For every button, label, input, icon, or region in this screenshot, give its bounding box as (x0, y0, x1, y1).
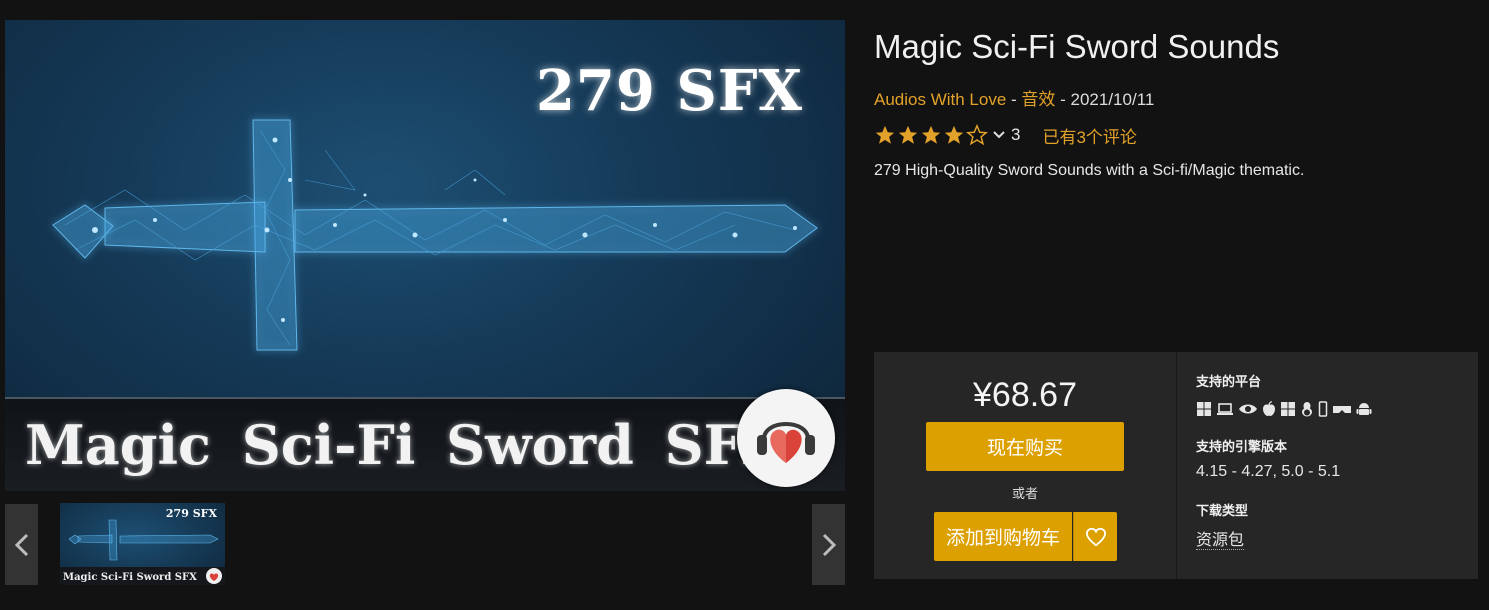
mac-laptop-icon (1217, 403, 1233, 415)
thumbnail-title-band: Magic Sci-Fi Sword SFX (60, 567, 225, 585)
platforms-label: 支持的平台 (1196, 374, 1262, 389)
product-main-image[interactable]: 279 SFX Magic Sci-Fi Sword SFX (5, 20, 845, 491)
thumbnail-prev-button[interactable] (5, 504, 38, 585)
linux-icon (1302, 402, 1312, 417)
heart-outline-icon (1085, 527, 1106, 546)
platform-icons (1196, 401, 1372, 417)
star-filled-icon (944, 125, 964, 144)
meta-separator: - (1006, 90, 1022, 109)
buy-now-button[interactable]: 现在购买 (926, 422, 1124, 471)
vr-eye-icon (1239, 404, 1257, 414)
price: ¥68.67 (973, 376, 1077, 414)
hero-title-band: Magic Sci-Fi Sword SFX (5, 397, 845, 491)
star-empty-icon (966, 124, 988, 146)
windows-icon (1281, 402, 1295, 416)
or-separator: 或者 (1011, 486, 1038, 501)
engine-version-label: 支持的引擎版本 (1196, 439, 1288, 454)
reviews-link[interactable]: 已有3个评论 (1042, 123, 1136, 148)
hero-banner-text: Magic Sci-Fi Sword SFX (25, 413, 784, 477)
release-date: 2021/10/11 (1070, 90, 1155, 109)
star-filled-icon (898, 125, 918, 144)
rating-count: 3 (1011, 125, 1021, 144)
hero-sfx-count: 279 SFX (535, 58, 803, 124)
wishlist-button[interactable] (1073, 512, 1117, 561)
apple-icon (1263, 401, 1275, 416)
thumbnail-banner-text: Magic Sci-Fi Sword SFX (63, 572, 197, 583)
product-specs: 支持的平台 支持的引擎版本 4.15 - 4.27, 5.0 - 5.1 下载类… (1176, 352, 1479, 579)
mobile-icon (1318, 401, 1328, 417)
engine-versions: 4.15 - 4.27, 5.0 - 5.1 (1196, 463, 1341, 480)
star-filled-icon (875, 125, 895, 144)
download-type-label: 下载类型 (1196, 503, 1249, 518)
meta-separator: - (1055, 90, 1071, 109)
purchase-panel: ¥68.67 现在购买 或者 添加到购物车 支持的平台 支持的引擎版本 4.15… (874, 352, 1478, 579)
chevron-down-icon[interactable] (993, 131, 1005, 139)
android-icon (1356, 403, 1372, 415)
product-meta: Audios With Love - 音效 - 2021/10/11 (874, 85, 1154, 110)
purchase-actions: ¥68.67 现在购买 或者 添加到购物车 (874, 352, 1176, 579)
vr-headset-icon (1333, 406, 1351, 413)
thumbnail-1[interactable]: 279 SFX Magic Sci-Fi Sword SFX (60, 503, 225, 585)
chevron-left-icon (14, 533, 28, 556)
thumbnail-logo (206, 568, 222, 584)
product-title: Magic Sci-Fi Sword Sounds (874, 28, 1280, 65)
product-description: 279 High-Quality Sword Sounds with a Sci… (874, 162, 1305, 179)
chevron-right-icon (822, 533, 836, 556)
download-type-link[interactable]: 资源包 (1196, 532, 1245, 550)
thumbnail-next-button[interactable] (812, 504, 845, 585)
rating-row: 3 已有3个评论 (874, 123, 1137, 148)
download-type-value: 资源包 (1196, 526, 1245, 550)
audios-with-love-logo (737, 389, 835, 487)
category-link[interactable]: 音效 (1021, 90, 1055, 109)
thumbnail-sfx-count: 279 SFX (165, 507, 217, 520)
star-filled-icon (921, 125, 941, 144)
add-to-cart-button[interactable]: 添加到购物车 (934, 512, 1072, 561)
windows-icon (1197, 402, 1211, 416)
seller-link[interactable]: Audios With Love (874, 90, 1006, 109)
